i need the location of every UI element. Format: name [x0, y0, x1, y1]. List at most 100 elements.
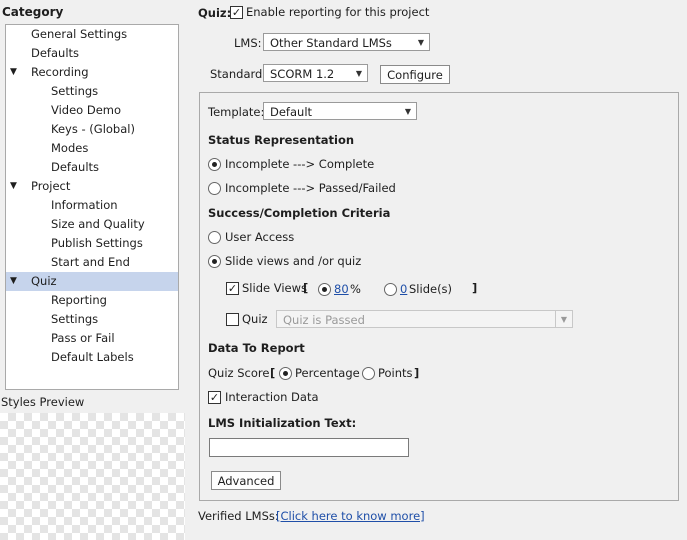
tree-item[interactable]: Settings: [6, 82, 178, 101]
points-radio[interactable]: [362, 367, 375, 380]
tree-item[interactable]: Defaults: [6, 158, 178, 177]
quiz-label: Quiz:: [198, 6, 232, 20]
chevron-down-icon: ▼: [417, 38, 424, 47]
template-label: Template:: [208, 105, 265, 119]
chevron-down-icon: ▼: [355, 69, 362, 78]
tree-item[interactable]: Pass or Fail: [6, 329, 178, 348]
chevron-down-icon: ▼: [404, 107, 411, 116]
template-dropdown-value: Default: [270, 105, 313, 119]
tree-item[interactable]: Information: [6, 196, 178, 215]
tree-item-label: Pass or Fail: [51, 331, 115, 345]
enable-reporting-label: Enable reporting for this project: [246, 5, 430, 19]
tree-item[interactable]: Publish Settings: [6, 234, 178, 253]
tree-item-label: Start and End: [51, 255, 130, 269]
tree-item-label: Defaults: [31, 46, 80, 60]
tree-item-label: Size and Quality: [51, 217, 145, 231]
tree-item[interactable]: Settings: [6, 310, 178, 329]
advanced-button[interactable]: Advanced: [211, 471, 281, 490]
chevron-down-icon: ▼: [560, 315, 567, 324]
tree-item[interactable]: Size and Quality: [6, 215, 178, 234]
percent-value-field[interactable]: 80: [334, 282, 349, 296]
tree-item[interactable]: Defaults: [6, 44, 178, 63]
verified-lms-link[interactable]: [Click here to know more]: [276, 509, 425, 523]
tree-item[interactable]: Start and End: [6, 253, 178, 272]
slides-value-field[interactable]: 0: [400, 282, 407, 296]
user-access-radio[interactable]: [208, 231, 221, 244]
data-to-report-title: Data To Report: [208, 341, 305, 355]
tree-item[interactable]: Keys - (Global): [6, 120, 178, 139]
score-bracket-open: [: [270, 366, 276, 380]
interaction-data-label: Interaction Data: [225, 390, 319, 404]
status-representation-title: Status Representation: [208, 133, 355, 147]
styles-preview-title: Styles Preview: [1, 395, 85, 409]
slide-views-label: Slide Views: [242, 281, 308, 295]
slide-views-checkbox[interactable]: ✓: [226, 282, 239, 295]
tree-item-label: Information: [51, 198, 118, 212]
criteria-title: Success/Completion Criteria: [208, 206, 391, 220]
category-title: Category: [2, 5, 64, 19]
slide-views-quiz-label: Slide views and /or quiz: [225, 254, 362, 268]
styles-preview-canvas: [0, 413, 185, 540]
tree-item[interactable]: ▼ Project: [6, 177, 178, 196]
tree-item-label: Publish Settings: [51, 236, 143, 250]
tree-item[interactable]: ▼ Recording: [6, 63, 178, 82]
tree-item-label: Project: [31, 179, 71, 193]
tree-item-label: Defaults: [51, 160, 100, 174]
tree-item[interactable]: Reporting: [6, 291, 178, 310]
enable-reporting-checkbox[interactable]: ✓: [230, 6, 243, 19]
tree-item[interactable]: Video Demo: [6, 101, 178, 120]
quiz-criteria-dropdown[interactable]: Quiz is Passed ▼: [276, 310, 573, 328]
score-bracket-close: ]: [414, 366, 420, 380]
slides-radio[interactable]: [384, 283, 397, 296]
tree-item[interactable]: ▼ Quiz: [6, 272, 178, 291]
tree-item-label: Quiz: [31, 274, 57, 288]
tree-item-label: Keys - (Global): [51, 122, 135, 136]
slides-label: Slide(s): [409, 282, 453, 296]
tree-item-label: Video Demo: [51, 103, 122, 117]
percent-radio[interactable]: [318, 283, 331, 296]
tree-item-label: General Settings: [31, 27, 128, 41]
bracket-open: [: [303, 281, 309, 295]
lms-dropdown-value: Other Standard LMSs: [270, 36, 392, 50]
template-dropdown[interactable]: Default ▼: [263, 102, 417, 120]
standard-label: Standard:: [210, 67, 267, 81]
user-access-label: User Access: [225, 230, 295, 244]
triangle-down-icon[interactable]: ▼: [10, 63, 17, 82]
triangle-down-icon[interactable]: ▼: [10, 177, 17, 196]
quiz-criteria-label: Quiz: [242, 312, 268, 326]
standard-dropdown-value: SCORM 1.2: [270, 67, 335, 81]
tree-item-label: Settings: [51, 312, 99, 326]
slide-views-quiz-radio[interactable]: [208, 255, 221, 268]
tree-item-label: Reporting: [51, 293, 107, 307]
quiz-criteria-dropdown-value: Quiz is Passed: [283, 313, 365, 327]
tree-item-label: Modes: [51, 141, 89, 155]
tree-item[interactable]: Modes: [6, 139, 178, 158]
tree-item-label: Settings: [51, 84, 99, 98]
tree-item[interactable]: Default Labels: [6, 348, 178, 367]
percent-sign: %: [350, 282, 361, 296]
status-passed-failed-radio[interactable]: [208, 182, 221, 195]
quiz-score-label: Quiz Score: [208, 366, 270, 380]
tree-item-label: Recording: [31, 65, 89, 79]
tree-item-label: Default Labels: [51, 350, 134, 364]
quiz-checkbox[interactable]: [226, 313, 239, 326]
configure-button[interactable]: Configure: [380, 65, 450, 84]
category-tree[interactable]: General Settings Defaults ▼ Recording Settin…: [5, 24, 179, 390]
percentage-label: Percentage: [295, 366, 360, 380]
lms-init-title: LMS Initialization Text:: [208, 416, 357, 430]
percentage-radio[interactable]: [279, 367, 292, 380]
lms-label: LMS:: [234, 36, 262, 50]
lms-dropdown[interactable]: Other Standard LMSs ▼: [263, 33, 430, 51]
standard-dropdown[interactable]: SCORM 1.2 ▼: [263, 64, 368, 82]
status-complete-label: Incomplete ---> Complete: [225, 157, 375, 171]
dropdown-divider: [555, 311, 556, 327]
status-passed-failed-label: Incomplete ---> Passed/Failed: [225, 181, 396, 195]
verified-lms-label: Verified LMSs:: [198, 509, 279, 523]
status-complete-radio[interactable]: [208, 158, 221, 171]
triangle-down-icon[interactable]: ▼: [10, 272, 17, 291]
lms-init-text-input[interactable]: [209, 438, 409, 457]
points-label: Points: [378, 366, 413, 380]
tree-item[interactable]: General Settings: [6, 25, 178, 44]
interaction-data-checkbox[interactable]: ✓: [208, 391, 221, 404]
bracket-close: ]: [472, 281, 478, 295]
